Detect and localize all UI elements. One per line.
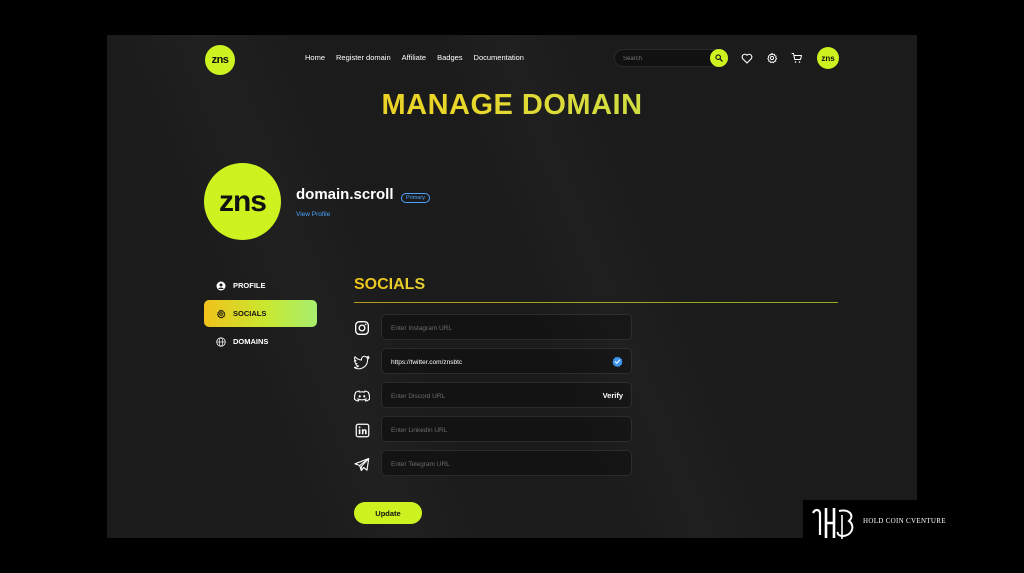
watermark-text: HOLD COIN CVENTURE (863, 517, 946, 525)
nav-badges[interactable]: Badges (437, 53, 462, 62)
search-button[interactable] (710, 49, 728, 67)
domain-name: domain.scroll (296, 186, 394, 203)
user-avatar[interactable]: zns (817, 47, 839, 69)
telegram-icon (354, 456, 370, 472)
telegram-field-box (381, 450, 632, 476)
instagram-url-input[interactable] (389, 321, 593, 336)
linkedin-icon (354, 422, 370, 438)
instagram-field-box (381, 314, 632, 340)
globe-icon (216, 336, 226, 347)
settings-button[interactable] (765, 51, 779, 65)
twitter-icon (354, 354, 370, 370)
discord-url-input[interactable] (389, 389, 593, 404)
domain-avatar: zns (204, 163, 281, 240)
app-window: zns Home Register domain Affiliate Badge… (107, 35, 917, 538)
instagram-icon (354, 320, 370, 336)
sidebar-item-profile[interactable]: PROFILE (204, 272, 317, 299)
nav-register-domain[interactable]: Register domain (336, 53, 391, 62)
twitter-field-box (381, 348, 632, 374)
nav-documentation[interactable]: Documentation (474, 53, 524, 62)
sidebar-item-label: DOMAINS (233, 337, 269, 346)
cart-button[interactable] (790, 51, 804, 65)
view-profile-link[interactable]: View Profile (296, 211, 330, 218)
watermark-logo (812, 508, 854, 539)
cart-icon (791, 53, 802, 63)
user-icon (216, 281, 226, 291)
sidebar-item-label: SOCIALS (233, 309, 267, 318)
search-icon (715, 54, 723, 62)
zns-logo[interactable]: zns (205, 45, 235, 75)
favorites-button[interactable] (740, 51, 754, 65)
sidebar-item-socials[interactable]: SOCIALS (204, 300, 317, 327)
primary-badge: Primary (401, 193, 430, 203)
watermark: HOLD COIN CVENTURE (803, 500, 945, 544)
page-title: MANAGE DOMAIN (107, 89, 917, 122)
nav-affiliate[interactable]: Affiliate (402, 53, 426, 62)
heart-icon (741, 53, 753, 64)
sidebar-item-label: PROFILE (233, 281, 266, 290)
telegram-url-input[interactable] (389, 457, 593, 472)
gear-icon (767, 52, 778, 64)
search-input[interactable] (621, 52, 710, 66)
verified-check-icon (612, 356, 623, 367)
update-button[interactable]: Update (354, 502, 422, 524)
sidebar-item-domains[interactable]: DOMAINS (204, 328, 317, 355)
section-title: SOCIALS (354, 276, 426, 293)
linkedin-url-input[interactable] (389, 423, 593, 438)
verify-button[interactable]: Verify (603, 391, 623, 400)
linkedin-field-box (381, 416, 632, 442)
discord-field-box: Verify (381, 382, 632, 408)
main-nav: Home Register domain Affiliate Badges Do… (305, 53, 524, 62)
discord-icon (354, 388, 370, 404)
section-divider (354, 302, 838, 303)
twitter-url-input[interactable] (389, 355, 593, 370)
nav-home[interactable]: Home (305, 53, 325, 62)
gear-icon (216, 309, 226, 319)
